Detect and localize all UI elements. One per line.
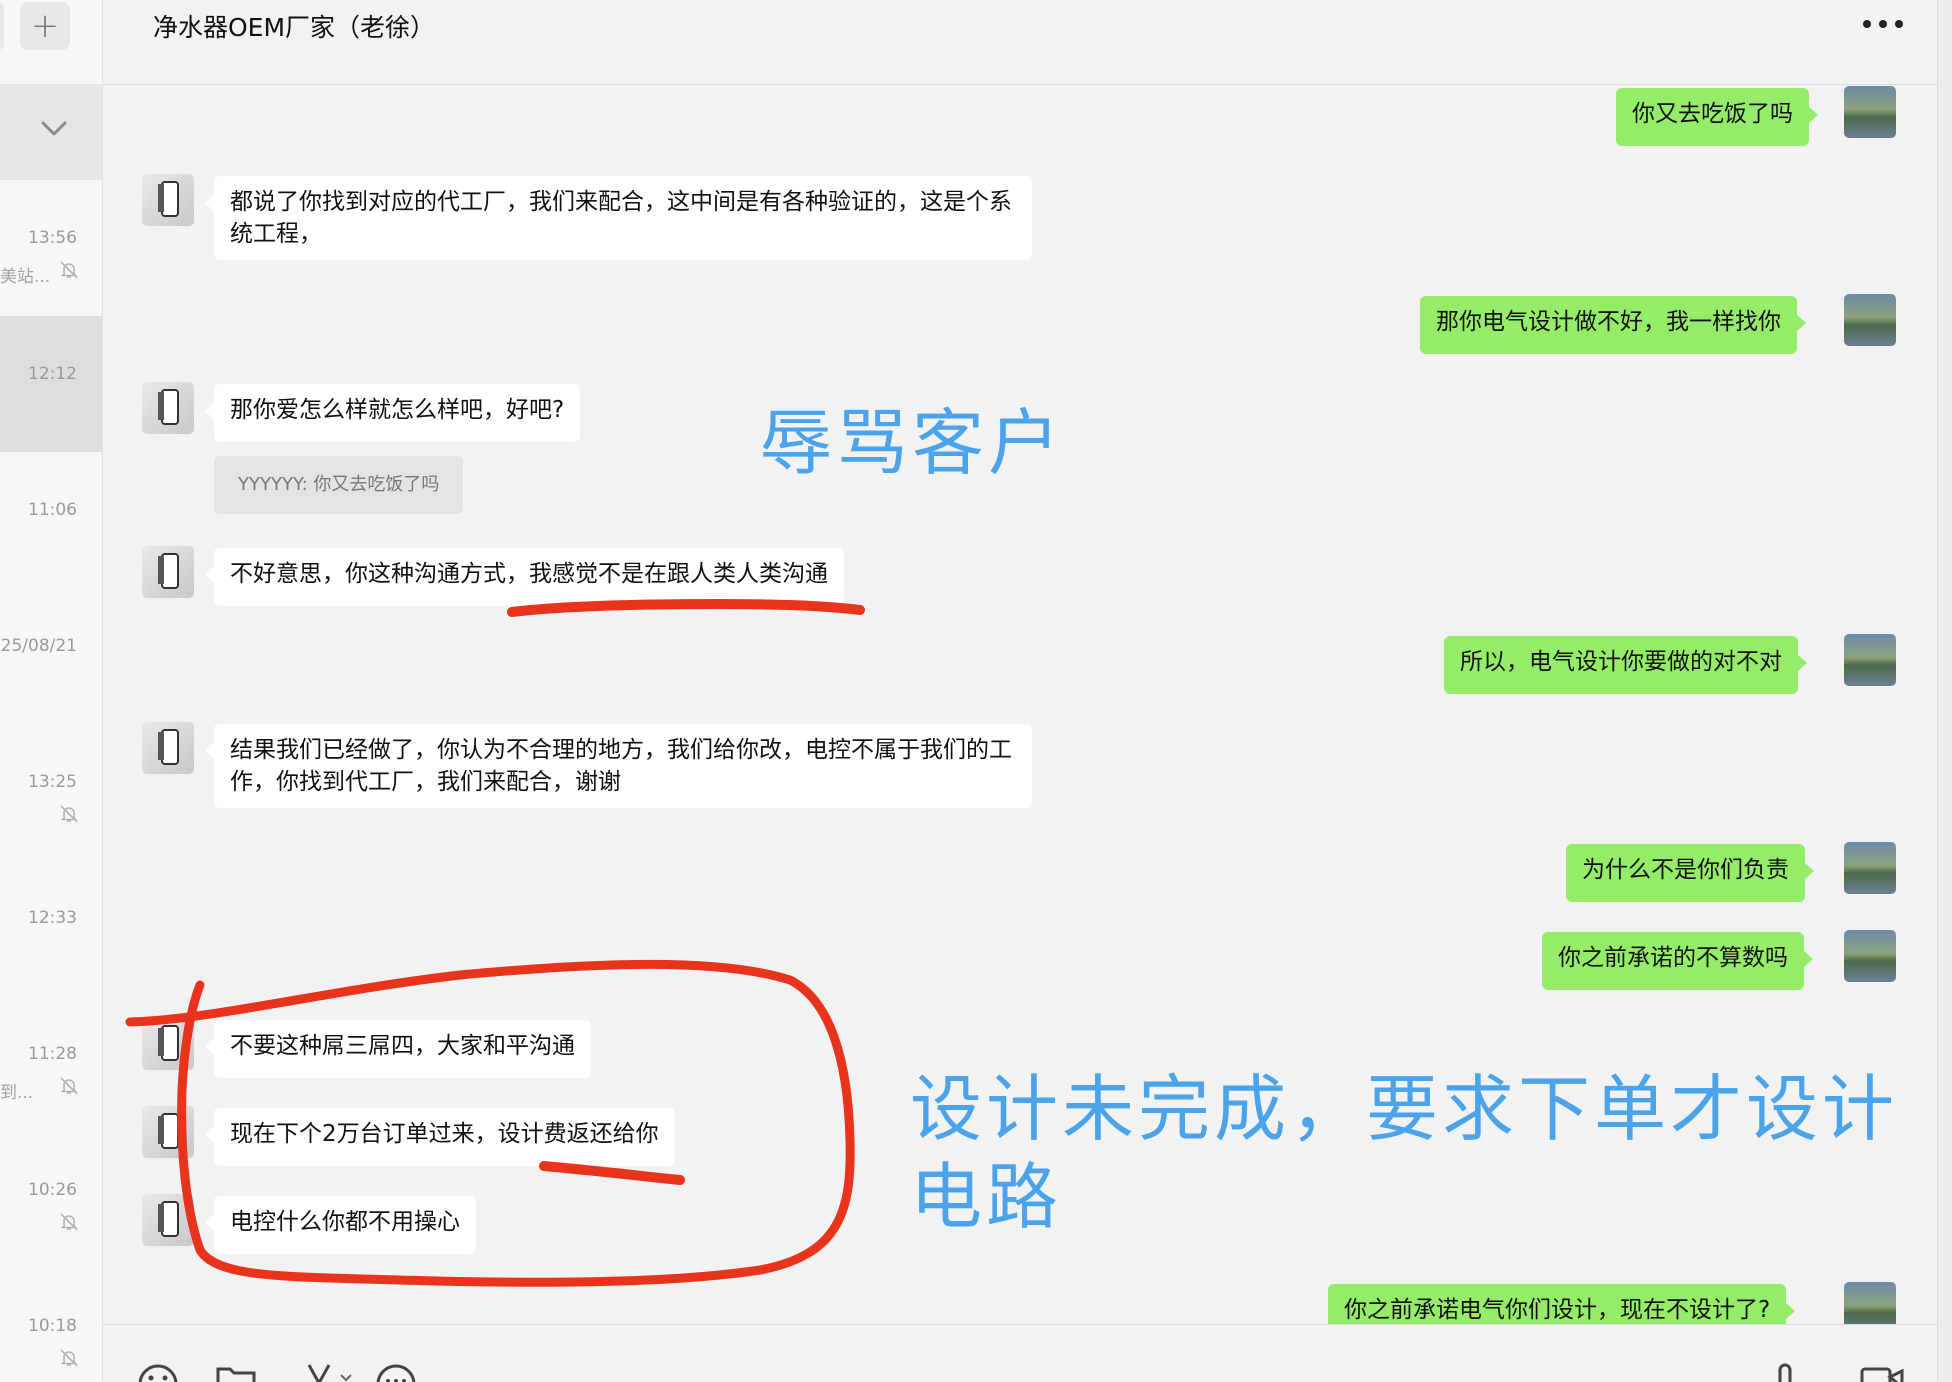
bottle-icon — [158, 729, 179, 765]
folded-chats-toggle[interactable] — [0, 84, 102, 180]
conversation-item[interactable]: 2025/08/21 — [0, 588, 102, 724]
annotation-insult-label: 辱骂客户 — [760, 401, 1065, 485]
conversation-item[interactable]: 13:56 美站... — [0, 180, 102, 316]
bottle-icon — [158, 181, 179, 217]
message-bubble-received[interactable]: 那你爱怎么样就怎么样吧，好吧? — [204, 384, 581, 442]
bottle-icon — [158, 1113, 179, 1149]
my-avatar[interactable] — [1844, 930, 1896, 982]
chat-header: 净水器OEM厂家（老徐） — [103, 0, 1952, 85]
window-edge — [1937, 0, 1952, 1382]
chevron-down-icon — [41, 121, 67, 136]
bottle-icon — [158, 1025, 179, 1061]
conversation-time: 12:12 — [28, 364, 77, 384]
conversation-snippet: 到... — [0, 1083, 34, 1103]
message-bubble-sent[interactable]: 为什么不是你们负责 — [1566, 844, 1814, 902]
mute-bell-icon — [60, 1077, 78, 1095]
contact-avatar[interactable] — [142, 1194, 194, 1246]
my-avatar[interactable] — [1844, 86, 1896, 138]
scissors-icon[interactable] — [301, 1363, 357, 1382]
conversation-list: + 13:56 美站... 12:12 11:06 2025/08/21 13:… — [0, 0, 103, 1382]
contact-avatar[interactable] — [142, 382, 194, 434]
annotation-design-label-line2: 电路 — [910, 1155, 1063, 1239]
conversation-time: 13:25 — [28, 772, 77, 792]
contact-avatar[interactable] — [142, 174, 194, 226]
contact-avatar[interactable] — [142, 722, 194, 774]
my-avatar[interactable] — [1844, 634, 1896, 686]
message-bubble-received[interactable]: 结果我们已经做了，你认为不合理的地方，我们给你改，电控不属于我们的工作，你找到代… — [205, 724, 1032, 808]
message-bubble-received[interactable]: 电控什么你都不用操心 — [205, 1196, 476, 1254]
conversation-item[interactable]: 11:28 到... — [0, 996, 102, 1132]
mute-bell-icon — [60, 1349, 78, 1367]
conversation-item[interactable]: 10:18 — [0, 1268, 102, 1382]
message-bubble-sent[interactable]: 你之前承诺的不算数吗 — [1542, 932, 1813, 990]
message-bubble-received[interactable]: 不好意思，你这种沟通方式，我感觉不是在跟人类人类沟通 — [205, 548, 844, 606]
message-bubble-sent[interactable]: 你又去吃饭了吗 — [1616, 88, 1818, 146]
contact-avatar[interactable] — [142, 546, 194, 598]
message-bubble-received[interactable]: 不要这种屌三屌四，大家和平沟通 — [205, 1020, 591, 1078]
message-bubble-received[interactable]: 现在下个2万台订单过来，设计费返还给你 — [205, 1108, 675, 1166]
mute-bell-icon — [60, 805, 78, 823]
emoji-icon[interactable] — [137, 1363, 179, 1382]
conversation-item[interactable]: 13:25 — [0, 724, 102, 860]
voice-icon[interactable] — [1773, 1363, 1797, 1382]
folder-icon[interactable] — [215, 1363, 257, 1382]
conversation-time: 10:18 — [28, 1316, 77, 1336]
bottle-icon — [158, 1201, 179, 1237]
conversation-item[interactable]: 11:06 — [0, 452, 102, 588]
contact-avatar[interactable] — [142, 1106, 194, 1158]
conversation-time: 12:33 — [28, 908, 77, 928]
contact-avatar[interactable] — [142, 1018, 194, 1070]
mute-bell-icon — [60, 1213, 78, 1231]
conversation-item-selected[interactable]: 12:12 — [0, 316, 102, 452]
search-box-edge[interactable] — [0, 2, 4, 50]
message-bubble-sent[interactable]: 所以，电气设计你要做的对不对 — [1444, 636, 1807, 694]
conversation-time: 10:26 — [28, 1180, 77, 1200]
mute-bell-icon — [60, 261, 78, 279]
bottle-icon — [158, 389, 179, 425]
add-chat-button[interactable]: + — [20, 2, 70, 50]
my-avatar[interactable] — [1844, 1282, 1896, 1324]
conversation-time: 11:06 — [28, 500, 77, 520]
chat-history-icon[interactable] — [375, 1363, 417, 1382]
chat-title[interactable]: 净水器OEM厂家（老徐） — [153, 8, 435, 44]
input-toolbar — [103, 1324, 1937, 1382]
sidebar-toolbar: + — [0, 0, 102, 84]
conversation-item[interactable]: 10:26 — [0, 1132, 102, 1268]
conversation-item[interactable]: 12:33 — [0, 860, 102, 996]
my-avatar[interactable] — [1844, 294, 1896, 346]
conversation-time: 11:28 — [28, 1044, 77, 1064]
message-bubble-sent[interactable]: 你之前承诺电气你们设计，现在不设计了? — [1328, 1284, 1796, 1324]
bottle-icon — [158, 553, 179, 589]
video-call-icon[interactable] — [1859, 1363, 1905, 1382]
conversation-time: 2025/08/21 — [0, 636, 77, 656]
conversation-snippet: 美站... — [0, 267, 51, 287]
conversation-time: 13:56 — [28, 228, 77, 248]
message-bubble-received[interactable]: 都说了你找到对应的代工厂，我们来配合，这中间是有各种验证的，这是个系统工程， — [205, 176, 1032, 260]
more-options-icon[interactable] — [1861, 14, 1905, 34]
quoted-message[interactable]: YYYYYY: 你又去吃饭了吗 — [214, 456, 464, 514]
message-bubble-sent[interactable]: 那你电气设计做不好，我一样找你 — [1420, 296, 1806, 354]
my-avatar[interactable] — [1844, 842, 1896, 894]
